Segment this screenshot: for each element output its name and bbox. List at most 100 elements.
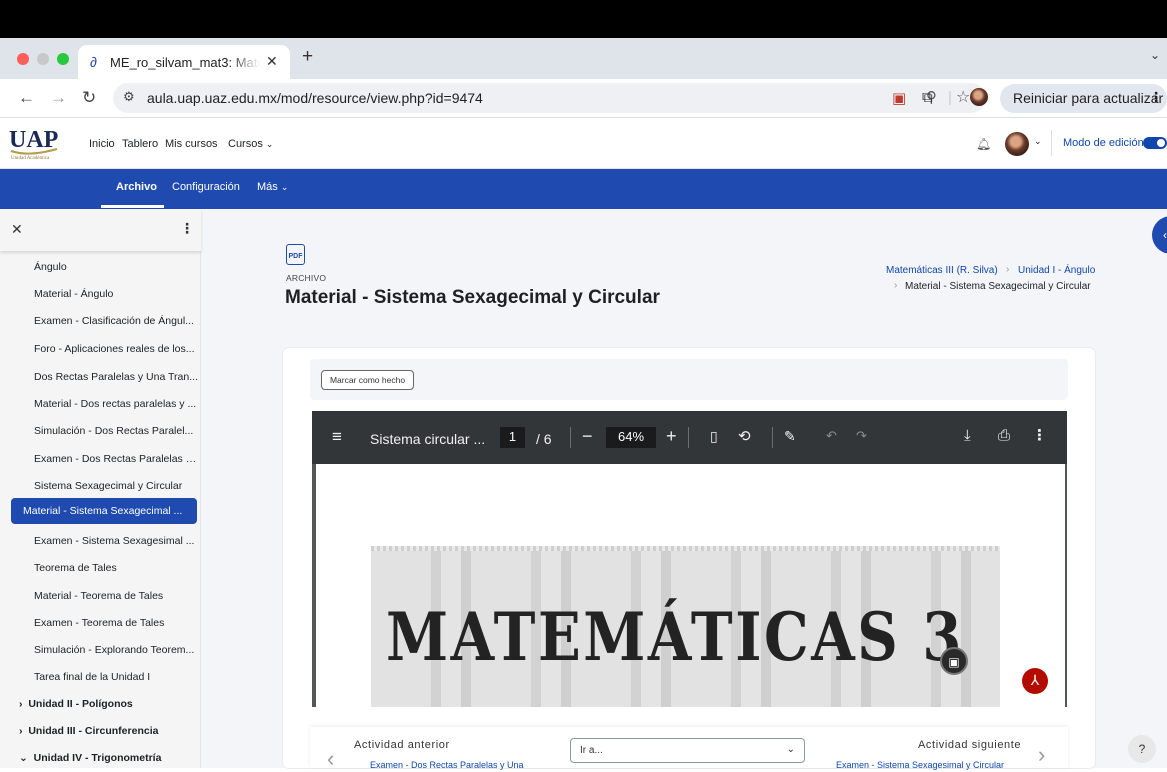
window-zoom-dot[interactable] bbox=[57, 53, 69, 65]
chevron-down-icon: ⌄ bbox=[280, 182, 289, 192]
pdf-page-input[interactable]: 1 bbox=[500, 427, 525, 448]
toolbar-divider: | bbox=[948, 89, 952, 106]
edit-mode-toggle[interactable] bbox=[1143, 137, 1167, 149]
pdf-file-icon: PDF bbox=[286, 244, 305, 265]
floating-assistant-icon[interactable]: ▣ bbox=[940, 647, 968, 675]
course-index-item[interactable]: Foro - Aplicaciones reales de los... bbox=[34, 343, 198, 355]
course-index-item[interactable]: Examen - Clasificación de Ángul... bbox=[34, 315, 198, 327]
pdf-icon-label: PDF bbox=[288, 253, 303, 260]
edit-mode-label[interactable]: Modo de edición bbox=[1063, 137, 1144, 149]
section-label: Unidad IV - Trigonometría bbox=[33, 752, 162, 764]
course-index-item[interactable]: Simulación - Dos Rectas Paralel... bbox=[34, 425, 198, 437]
browser-tab-active[interactable]: ∂ ME_ro_silvam_mat3: Material - Sistema … bbox=[78, 45, 290, 79]
site-info-icon[interactable]: ⚙ bbox=[123, 89, 135, 105]
course-index-item[interactable]: Material - Dos rectas paralelas y ... bbox=[34, 398, 198, 410]
toolbar-divider bbox=[570, 427, 571, 448]
forward-icon[interactable]: → bbox=[50, 88, 67, 108]
extensions-icon[interactable]: ⧉ bbox=[922, 89, 933, 106]
course-index-item[interactable]: Sistema Sexagecimal y Circular bbox=[34, 480, 198, 492]
tab-mas[interactable]: Más ⌄ bbox=[257, 181, 288, 193]
window-minimize-dot[interactable] bbox=[37, 53, 49, 65]
more-options-icon[interactable]: ⋮ bbox=[1032, 426, 1047, 444]
zoom-out-icon[interactable]: − bbox=[582, 426, 593, 447]
course-index-item[interactable]: Ángulo bbox=[34, 261, 198, 273]
tab-configuracion[interactable]: Configuración bbox=[172, 181, 240, 193]
browser-tab-strip: ∂ ME_ro_silvam_mat3: Material - Sistema … bbox=[0, 38, 1167, 79]
url-text[interactable]: aula.uap.uaz.edu.mx/mod/resource/view.ph… bbox=[147, 90, 483, 106]
mark-done-button[interactable]: Marcar como hecho bbox=[321, 370, 414, 390]
next-activity-link[interactable]: Examen - Sistema Sexagesimal y Circular bbox=[836, 760, 1004, 770]
prev-activity-link[interactable]: Examen - Dos Rectas Paralelas y Una bbox=[370, 760, 524, 770]
nav-tablero[interactable]: Tablero bbox=[122, 138, 158, 150]
nav-mis-cursos[interactable]: Mis cursos bbox=[165, 138, 218, 150]
drawer-header bbox=[0, 209, 201, 251]
new-tab-button[interactable]: + bbox=[302, 46, 313, 68]
annotate-pen-icon[interactable]: ✎ bbox=[784, 428, 796, 445]
fit-page-icon[interactable]: ▯ bbox=[710, 428, 718, 445]
jump-to-select[interactable]: Ir a... ⌄ bbox=[570, 738, 805, 763]
rotate-icon[interactable]: ⟲ bbox=[738, 427, 751, 445]
menu-hamburger-icon[interactable]: ≡ bbox=[332, 427, 342, 447]
toolbar-divider bbox=[772, 427, 773, 448]
chevron-left-icon[interactable]: ‹ bbox=[327, 746, 334, 772]
section-label: Unidad II - Polígonos bbox=[28, 698, 133, 710]
chevron-down-icon: ⌄ bbox=[19, 752, 28, 764]
course-index-active-label: Material - Sistema Sexagecimal ... bbox=[23, 505, 183, 517]
back-icon[interactable]: ← bbox=[18, 88, 35, 108]
user-avatar[interactable] bbox=[1005, 132, 1029, 156]
course-index-item[interactable]: Simulación - Explorando Teorem... bbox=[34, 644, 198, 656]
pdf-toolbar: ≡ Sistema circular ... / 6 − + ▯ ⟲ ✎ ↶ ↷… bbox=[312, 411, 1067, 464]
toolbar-divider bbox=[688, 427, 689, 448]
zoom-in-icon[interactable]: + bbox=[666, 426, 677, 447]
menu-kebab-icon[interactable]: ⋮ bbox=[1149, 89, 1163, 106]
chevron-right-icon: › bbox=[19, 698, 23, 710]
help-button[interactable]: ? bbox=[1128, 735, 1156, 763]
bookmark-star-icon[interactable]: ☆ bbox=[956, 87, 970, 107]
download-icon[interactable]: ⤓ bbox=[964, 427, 971, 444]
pdf-zoom-input[interactable]: 64% bbox=[606, 427, 656, 448]
chevron-right-icon: › bbox=[19, 725, 23, 737]
chevron-down-icon: ⌄ bbox=[786, 744, 795, 755]
course-index-item[interactable]: Material - Teorema de Tales bbox=[34, 590, 198, 602]
restart-to-update-button[interactable]: Reiniciar para actualizar ⋮ bbox=[1000, 84, 1167, 113]
pdf-extension-icon[interactable]: ▣ bbox=[892, 89, 906, 107]
reload-icon[interactable]: ↻ bbox=[82, 88, 96, 108]
breadcrumb-section[interactable]: Unidad I - Ángulo bbox=[1018, 265, 1095, 276]
acrobat-icon[interactable]: ⅄ bbox=[1022, 668, 1048, 694]
nav-cursos[interactable]: Cursos ⌄ bbox=[228, 138, 273, 150]
course-index-item[interactable]: Examen - Sistema Sexagesimal ... bbox=[34, 535, 198, 547]
course-index-item[interactable]: Material - Ángulo bbox=[34, 288, 198, 300]
section-label: Unidad III - Circunferencia bbox=[28, 725, 159, 737]
course-index-item[interactable]: Examen - Dos Rectas Paralelas y... bbox=[34, 453, 198, 465]
uap-logo[interactable]: UAP Unidad Académica bbox=[9, 125, 65, 161]
active-tab-indicator bbox=[101, 205, 164, 208]
course-index-item[interactable]: Tarea final de la Unidad I bbox=[34, 671, 198, 683]
notification-bell-icon[interactable]: 🔔︎ bbox=[976, 137, 991, 151]
course-index-item[interactable]: Examen - Teorema de Tales bbox=[34, 617, 198, 629]
drawer-options-icon[interactable]: ⋮ bbox=[180, 220, 194, 237]
undo-icon[interactable]: ↶ bbox=[826, 428, 837, 444]
window-close-dot[interactable] bbox=[17, 53, 29, 65]
user-menu-chevron-icon[interactable]: ⌄ bbox=[1034, 136, 1042, 147]
activity-type-label: ARCHIVO bbox=[286, 273, 327, 283]
jump-to-placeholder: Ir a... bbox=[580, 745, 603, 756]
course-index-item[interactable]: Teorema de Tales bbox=[34, 562, 198, 574]
omnibox[interactable]: ⚙ aula.uap.uaz.edu.mx/mod/resource/view.… bbox=[113, 83, 986, 113]
redo-icon[interactable]: ↷ bbox=[856, 428, 867, 444]
tab-close-icon[interactable]: ✕ bbox=[266, 53, 278, 70]
chevron-right-icon[interactable]: › bbox=[1038, 742, 1045, 768]
moodle-favicon-icon: ∂ bbox=[90, 54, 97, 70]
section-unidad-iv[interactable]: ⌄ Unidad IV - Trigonometría bbox=[19, 752, 161, 764]
tab-search-chevron-icon[interactable]: ⌄ bbox=[1150, 48, 1160, 62]
close-icon[interactable]: ✕ bbox=[11, 221, 23, 238]
nav-inicio[interactable]: Inicio bbox=[89, 138, 115, 150]
course-index-item[interactable]: Dos Rectas Paralelas y Una Tran... bbox=[34, 371, 198, 383]
profile-icon[interactable] bbox=[970, 88, 988, 106]
breadcrumb-course[interactable]: Matemáticas III (R. Silva) bbox=[886, 265, 998, 276]
section-unidad-iii[interactable]: › Unidad III - Circunferencia bbox=[19, 725, 158, 737]
section-unidad-ii[interactable]: › Unidad II - Polígonos bbox=[19, 698, 133, 710]
print-icon[interactable]: ⎙ bbox=[998, 427, 1010, 444]
navbar-divider bbox=[1051, 130, 1052, 156]
tab-archivo[interactable]: Archivo bbox=[116, 181, 157, 193]
next-activity-label: Actividad siguiente bbox=[918, 739, 1022, 751]
